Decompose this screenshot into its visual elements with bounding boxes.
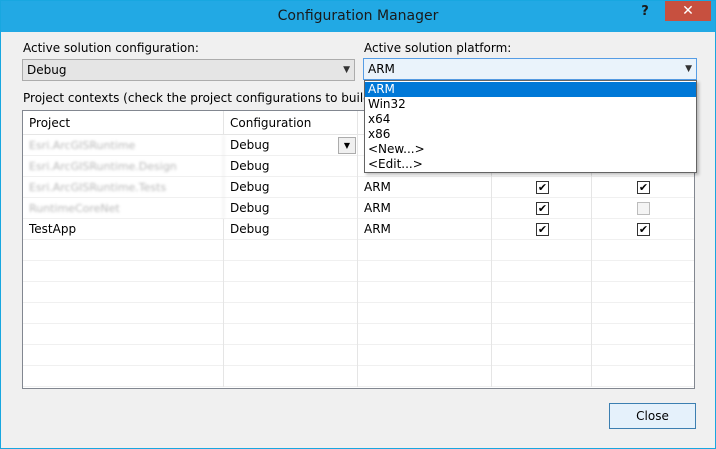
empty-row xyxy=(23,282,694,303)
project-name: Esri.ArcGISRuntime xyxy=(23,135,224,156)
column-header-project[interactable]: Project xyxy=(23,111,224,135)
build-checkbox[interactable]: ✔ xyxy=(536,223,549,236)
platform-dropdown-list[interactable]: ARM Win32 x64 x86 <New...> <Edit...> xyxy=(364,80,697,173)
deploy-checkbox[interactable]: ✔ xyxy=(637,181,650,194)
project-contexts-label: Project contexts (check the project conf… xyxy=(23,91,414,105)
empty-row xyxy=(23,303,694,324)
project-name: Esri.ArcGISRuntime.Design xyxy=(23,156,224,177)
deploy-cell: ✔ xyxy=(592,219,694,240)
empty-row xyxy=(23,366,694,387)
empty-row xyxy=(23,240,694,261)
platform-value[interactable]: ARM xyxy=(358,219,492,240)
configuration-value[interactable]: Debug xyxy=(224,219,358,240)
configuration-value: Debug xyxy=(230,138,270,152)
platform-value[interactable]: ARM xyxy=(358,177,492,198)
empty-row xyxy=(23,345,694,366)
chevron-down-icon[interactable]: ▼ xyxy=(338,137,356,154)
platform-option-x64[interactable]: x64 xyxy=(365,112,696,127)
chevron-down-icon: ▼ xyxy=(685,64,692,74)
build-cell: ✔ xyxy=(492,198,592,219)
build-cell: ✔ xyxy=(492,219,592,240)
empty-row xyxy=(23,324,694,345)
table-row[interactable]: Esri.ArcGISRuntime.Tests Debug ARM ✔ ✔ xyxy=(23,177,694,198)
deploy-checkbox[interactable]: ✔ xyxy=(637,223,650,236)
deploy-checkbox xyxy=(637,202,650,215)
platform-value[interactable]: ARM xyxy=(358,198,492,219)
empty-row xyxy=(23,261,694,282)
close-button[interactable]: Close xyxy=(609,403,696,429)
help-button[interactable]: ? xyxy=(634,1,656,23)
configuration-value[interactable]: Debug xyxy=(224,198,358,219)
active-config-value: Debug xyxy=(27,63,67,77)
active-config-combo[interactable]: Debug ▼ xyxy=(22,59,355,81)
configuration-cell[interactable]: Debug ▼ xyxy=(224,135,358,156)
window-close-button[interactable]: ✕ xyxy=(665,1,711,21)
active-config-label: Active solution configuration: xyxy=(23,41,199,55)
platform-option-edit[interactable]: <Edit...> xyxy=(365,157,696,172)
platform-option-win32[interactable]: Win32 xyxy=(365,97,696,112)
configuration-manager-window: Configuration Manager ? ✕ Active solutio… xyxy=(0,0,716,449)
active-platform-combo[interactable]: ARM ▼ xyxy=(363,58,697,80)
platform-option-new[interactable]: <New...> xyxy=(365,142,696,157)
window-title: Configuration Manager xyxy=(277,8,439,24)
chevron-down-icon: ▼ xyxy=(343,65,350,75)
column-header-configuration[interactable]: Configuration xyxy=(224,111,358,135)
deploy-cell xyxy=(592,198,694,219)
platform-option-arm[interactable]: ARM xyxy=(365,82,696,97)
deploy-cell: ✔ xyxy=(592,177,694,198)
project-name: RuntimeCoreNet xyxy=(23,198,224,219)
close-icon: ✕ xyxy=(682,3,694,19)
configuration-value[interactable]: Debug xyxy=(224,177,358,198)
table-row[interactable]: RuntimeCoreNet Debug ARM ✔ xyxy=(23,198,694,219)
table-row[interactable]: TestApp Debug ARM ✔ ✔ xyxy=(23,219,694,240)
active-platform-value: ARM xyxy=(368,62,395,76)
configuration-value[interactable]: Debug xyxy=(224,156,358,177)
project-name: Esri.ArcGISRuntime.Tests xyxy=(23,177,224,198)
build-cell: ✔ xyxy=(492,177,592,198)
active-platform-label: Active solution platform: xyxy=(364,41,512,55)
project-name: TestApp xyxy=(23,219,224,240)
build-checkbox[interactable]: ✔ xyxy=(536,202,549,215)
platform-option-x86[interactable]: x86 xyxy=(365,127,696,142)
build-checkbox[interactable]: ✔ xyxy=(536,181,549,194)
